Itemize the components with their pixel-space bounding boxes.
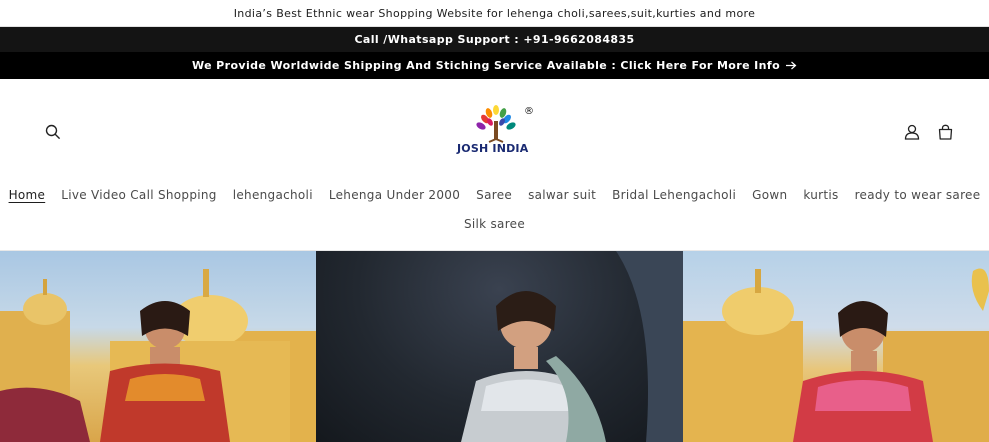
nav-item-lehengacholi[interactable]: lehengacholi xyxy=(225,188,321,202)
svg-text:®: ® xyxy=(524,106,534,117)
site-header: ® JOSH INDIA Home Live Video Call Shoppi… xyxy=(0,79,989,251)
cart-icon xyxy=(938,124,952,140)
support-text: Call /Whatsapp Support : +91-9662084835 xyxy=(354,33,635,46)
nav-row: Home Live Video Call Shopping lehengacho… xyxy=(0,182,989,208)
main-navigation: Home Live Video Call Shopping lehengacho… xyxy=(0,182,989,237)
nav-item-saree[interactable]: Saree xyxy=(468,188,520,202)
nav-item-ready-to-wear-saree[interactable]: ready to wear saree xyxy=(847,188,989,202)
shipping-text: We Provide Worldwide Shipping And Stichi… xyxy=(191,59,781,72)
nav-item-lehenga-under-2000[interactable]: Lehenga Under 2000 xyxy=(321,188,468,202)
announcement-bar: India’s Best Ethnic wear Shopping Websit… xyxy=(0,0,989,27)
cart-button[interactable] xyxy=(932,119,958,145)
hero-banner[interactable] xyxy=(0,251,989,442)
logo-tree-icon: ® xyxy=(476,105,534,143)
hero-image-left xyxy=(0,251,316,442)
model-grey-lehenga-illustration xyxy=(461,251,683,442)
nav-item-bridal-lehengacholi[interactable]: Bridal Lehengacholi xyxy=(604,188,744,202)
nav-row: Silk saree xyxy=(0,211,989,237)
nav-item-home[interactable]: Home xyxy=(1,188,54,202)
shipping-info-link[interactable]: We Provide Worldwide Shipping And Stichi… xyxy=(0,52,989,79)
support-bar: Call /Whatsapp Support : +91-9662084835 xyxy=(0,27,989,52)
account-button[interactable] xyxy=(899,119,925,145)
search-button[interactable] xyxy=(40,119,66,145)
nav-item-silk-saree[interactable]: Silk saree xyxy=(456,217,533,231)
arrow-right-icon xyxy=(786,61,797,70)
hero-image-right xyxy=(683,251,989,442)
palace-model-illustration xyxy=(0,269,316,442)
nav-item-live-video-call-shopping[interactable]: Live Video Call Shopping xyxy=(53,188,225,202)
announcement-text: India’s Best Ethnic wear Shopping Websit… xyxy=(233,6,756,20)
nav-item-salwar-suit[interactable]: salwar suit xyxy=(520,188,604,202)
account-icon xyxy=(904,124,920,140)
nav-item-gown[interactable]: Gown xyxy=(744,188,795,202)
palace-model-red-illustration xyxy=(683,268,989,442)
logo[interactable]: ® JOSH INDIA xyxy=(453,105,539,159)
logo-text: JOSH INDIA xyxy=(457,142,529,155)
search-icon xyxy=(45,124,61,140)
nav-item-kurtis[interactable]: kurtis xyxy=(795,188,846,202)
hero-image-center xyxy=(316,251,683,442)
